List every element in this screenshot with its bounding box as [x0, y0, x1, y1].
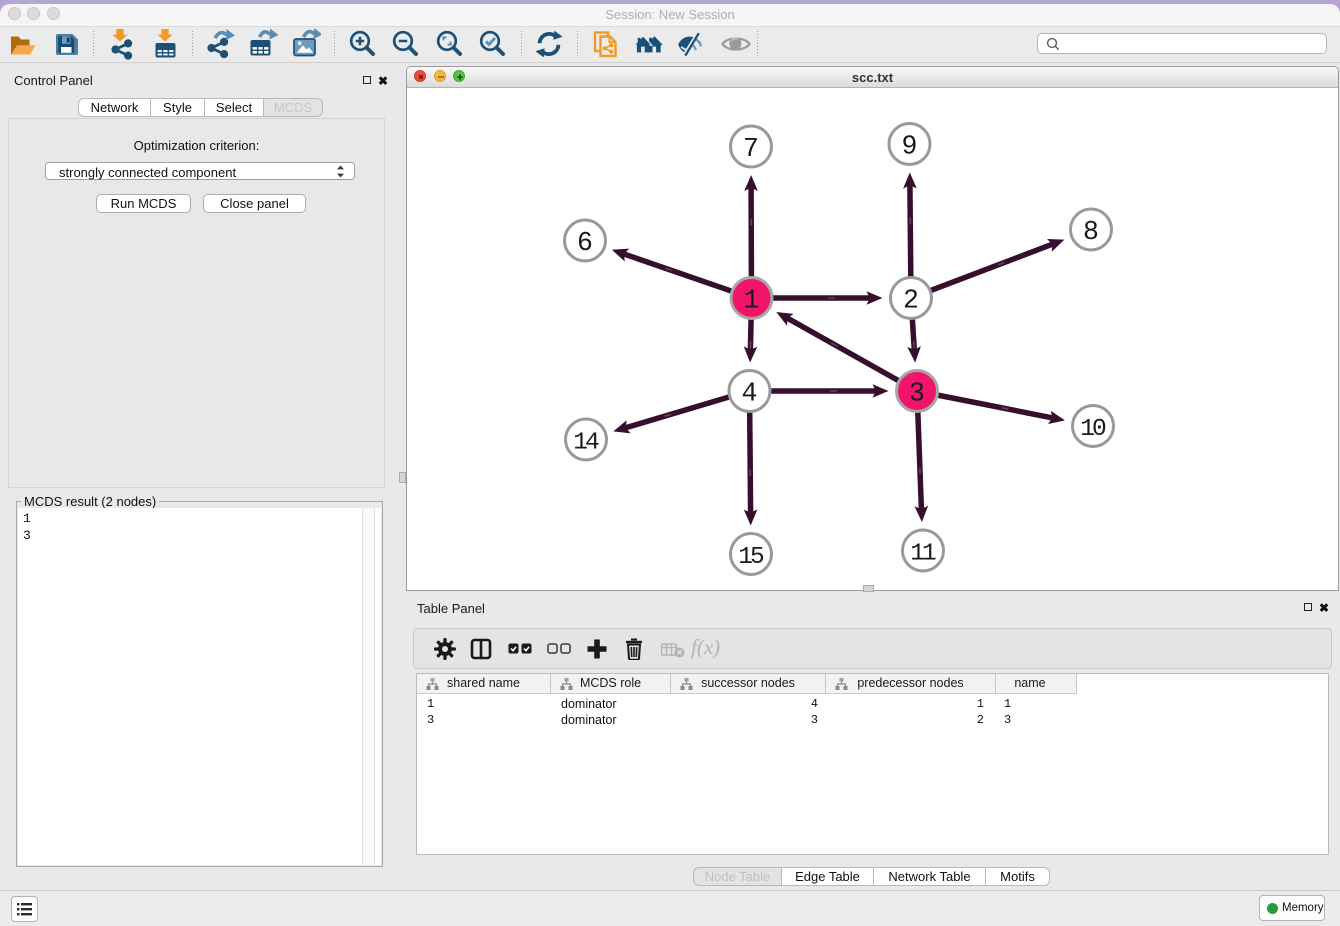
svg-text:1: 1: [744, 286, 760, 316]
svg-text:9: 9: [902, 132, 918, 162]
svg-text:8: 8: [1083, 217, 1099, 247]
svg-text:4: 4: [742, 379, 758, 409]
svg-text:14: 14: [573, 430, 599, 457]
svg-text:15: 15: [738, 544, 764, 571]
svg-text:6: 6: [577, 228, 593, 258]
svg-text:3: 3: [909, 379, 925, 409]
svg-text:10: 10: [1080, 416, 1106, 443]
svg-text:11: 11: [910, 541, 936, 568]
svg-text:2: 2: [903, 286, 919, 316]
svg-text:7: 7: [743, 134, 759, 164]
